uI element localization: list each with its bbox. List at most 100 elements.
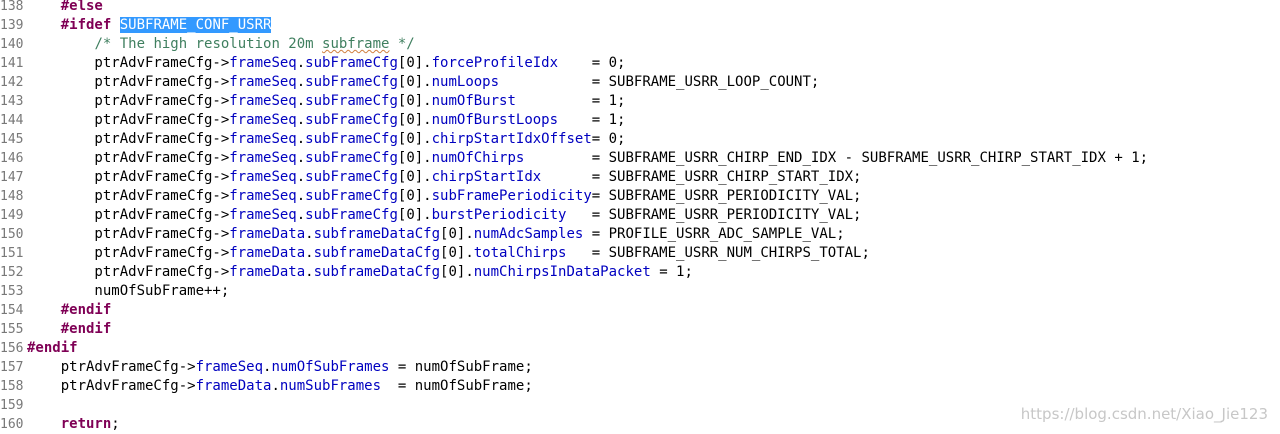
code-content[interactable]: #endif <box>27 301 112 320</box>
line-number: 156 <box>0 341 24 356</box>
code-content[interactable]: ptrAdvFrameCfg->frameData.subframeDataCf… <box>27 225 845 244</box>
code-text: . <box>296 55 306 71</box>
code-text: = SUBFRAME_USRR_NUM_CHIRPS_TOTAL; <box>566 245 870 261</box>
code-content[interactable]: ptrAdvFrameCfg->frameData.subframeDataCf… <box>27 263 693 282</box>
field-name: subFrameCfg <box>305 93 398 109</box>
identifier: ptrAdvFrameCfg-> <box>27 264 230 280</box>
code-line[interactable]: 148 ptrAdvFrameCfg->frameSeq.subFrameCfg… <box>0 187 1280 206</box>
code-content[interactable]: ptrAdvFrameCfg->frameSeq.subFrameCfg[0].… <box>27 168 861 187</box>
field-name: frameSeq <box>229 112 297 128</box>
code-text: [0]. <box>397 55 432 71</box>
code-text: [0]. <box>397 188 432 204</box>
code-content[interactable]: return; <box>27 415 120 434</box>
code-text: [0]. <box>397 150 432 166</box>
code-content[interactable]: ptrAdvFrameCfg->frameSeq.subFrameCfg[0].… <box>27 111 625 130</box>
code-text: = SUBFRAME_USRR_PERIODICITY_VAL; <box>566 207 862 223</box>
field-name: subframeDataCfg <box>313 264 441 280</box>
line-number: 147 <box>0 170 24 185</box>
identifier: ptrAdvFrameCfg-> <box>27 207 230 223</box>
field-name: frameData <box>229 264 306 280</box>
line-number: 159 <box>0 398 24 413</box>
code-text: [0]. <box>440 264 474 280</box>
field-name: subFrameCfg <box>305 55 398 71</box>
code-content[interactable]: /* The high resolution 20m subframe */ <box>27 35 414 54</box>
code-text: [0]. <box>440 226 474 242</box>
code-content[interactable]: ptrAdvFrameCfg->frameSeq.subFrameCfg[0].… <box>27 73 819 92</box>
code-content[interactable]: ptrAdvFrameCfg->frameSeq.subFrameCfg[0].… <box>27 149 1148 168</box>
code-content[interactable]: ptrAdvFrameCfg->frameSeq.subFrameCfg[0].… <box>27 54 625 73</box>
code-text: . <box>296 169 306 185</box>
code-line[interactable]: 140 /* The high resolution 20m subframe … <box>0 35 1280 54</box>
code-text: = 1; <box>515 93 626 109</box>
code-line[interactable]: 142 ptrAdvFrameCfg->frameSeq.subFrameCfg… <box>0 73 1280 92</box>
field-name: frameSeq <box>229 93 297 109</box>
code-text: [0]. <box>397 93 432 109</box>
code-text: = PROFILE_USRR_ADC_SAMPLE_VAL; <box>583 226 845 242</box>
code-line[interactable]: 152 ptrAdvFrameCfg->frameData.subframeDa… <box>0 263 1280 282</box>
field-name: numLoops <box>431 74 500 90</box>
code-line[interactable]: 139 #ifdef SUBFRAME_CONF_USRR <box>0 16 1280 35</box>
identifier: ptrAdvFrameCfg-> <box>27 359 196 375</box>
code-text: . <box>305 226 314 242</box>
code-line[interactable]: 157 ptrAdvFrameCfg->frameSeq.numOfSubFra… <box>0 358 1280 377</box>
code-content[interactable]: #ifdef SUBFRAME_CONF_USRR <box>27 16 272 35</box>
field-name: frameSeq <box>229 74 297 90</box>
code-content[interactable]: ptrAdvFrameCfg->frameSeq.subFrameCfg[0].… <box>27 206 861 225</box>
code-content[interactable]: numOfSubFrame++; <box>27 282 229 301</box>
code-line[interactable]: 149 ptrAdvFrameCfg->frameSeq.subFrameCfg… <box>0 206 1280 225</box>
code-line[interactable]: 151 ptrAdvFrameCfg->frameData.subframeDa… <box>0 244 1280 263</box>
field-name: subFrameCfg <box>305 112 398 128</box>
preprocessor-keyword: return <box>60 416 112 432</box>
line-number: 148 <box>0 189 24 204</box>
identifier: ptrAdvFrameCfg-> <box>27 169 230 185</box>
code-content[interactable]: #endif <box>27 320 112 339</box>
identifier: ptrAdvFrameCfg-> <box>27 74 230 90</box>
selected-text: SUBFRAME_CONF_USRR <box>119 17 272 33</box>
code-editor[interactable]: 138 #else 139 #ifdef SUBFRAME_CONF_USRR 14… <box>0 0 1280 434</box>
code-content[interactable]: ptrAdvFrameCfg->frameData.numSubFrames =… <box>27 377 533 396</box>
code-line[interactable]: 153 numOfSubFrame++; <box>0 282 1280 301</box>
identifier: ptrAdvFrameCfg-> <box>27 131 230 147</box>
code-line[interactable]: 155 #endif <box>0 320 1280 339</box>
field-name: subFrameCfg <box>305 131 398 147</box>
code-line[interactable]: 154 #endif <box>0 301 1280 320</box>
code-text: . <box>305 245 314 261</box>
code-line[interactable]: 156 #endif <box>0 339 1280 358</box>
code-text: . <box>296 188 306 204</box>
code-content[interactable]: ptrAdvFrameCfg->frameSeq.subFrameCfg[0].… <box>27 130 625 149</box>
code-content[interactable]: #endif <box>27 339 78 358</box>
code-line[interactable]: 146 ptrAdvFrameCfg->frameSeq.subFrameCfg… <box>0 149 1280 168</box>
misspelled-word: subframe <box>322 36 390 52</box>
code-line[interactable]: 147 ptrAdvFrameCfg->frameSeq.subFrameCfg… <box>0 168 1280 187</box>
identifier: ptrAdvFrameCfg-> <box>27 226 230 242</box>
code-line[interactable]: 138 #else <box>0 0 1280 16</box>
identifier: numOfSubFrame++; <box>27 283 230 299</box>
code-text: . <box>305 264 314 280</box>
preprocessor-keyword: #endif <box>60 321 112 337</box>
line-number: 144 <box>0 113 24 128</box>
field-name: forceProfileIdx <box>431 55 559 71</box>
code-content[interactable]: ptrAdvFrameCfg->frameSeq.numOfSubFrames … <box>27 358 533 377</box>
field-name: numOfBurst <box>431 93 516 109</box>
code-line[interactable]: 145 ptrAdvFrameCfg->frameSeq.subFrameCfg… <box>0 130 1280 149</box>
line-number: 154 <box>0 303 24 318</box>
line-number: 158 <box>0 379 24 394</box>
code-line[interactable]: 144 ptrAdvFrameCfg->frameSeq.subFrameCfg… <box>0 111 1280 130</box>
code-line[interactable]: 158 ptrAdvFrameCfg->frameData.numSubFram… <box>0 377 1280 396</box>
preprocessor-keyword: #endif <box>27 340 78 356</box>
code-content[interactable]: ptrAdvFrameCfg->frameSeq.subFrameCfg[0].… <box>27 187 861 206</box>
code-line[interactable]: 141 ptrAdvFrameCfg->frameSeq.subFrameCfg… <box>0 54 1280 73</box>
code-line[interactable]: 143 ptrAdvFrameCfg->frameSeq.subFrameCfg… <box>0 92 1280 111</box>
code-text: . <box>296 150 306 166</box>
code-line[interactable]: 150 ptrAdvFrameCfg->frameData.subframeDa… <box>0 225 1280 244</box>
line-number: 153 <box>0 284 24 299</box>
field-name: frameData <box>229 245 306 261</box>
code-content[interactable]: ptrAdvFrameCfg->frameData.subframeDataCf… <box>27 244 870 263</box>
code-content[interactable]: #else <box>27 0 103 16</box>
code-content[interactable]: ptrAdvFrameCfg->frameSeq.subFrameCfg[0].… <box>27 92 625 111</box>
comment-text: /* The high resolution 20m <box>94 36 323 52</box>
code-text: . <box>296 131 306 147</box>
